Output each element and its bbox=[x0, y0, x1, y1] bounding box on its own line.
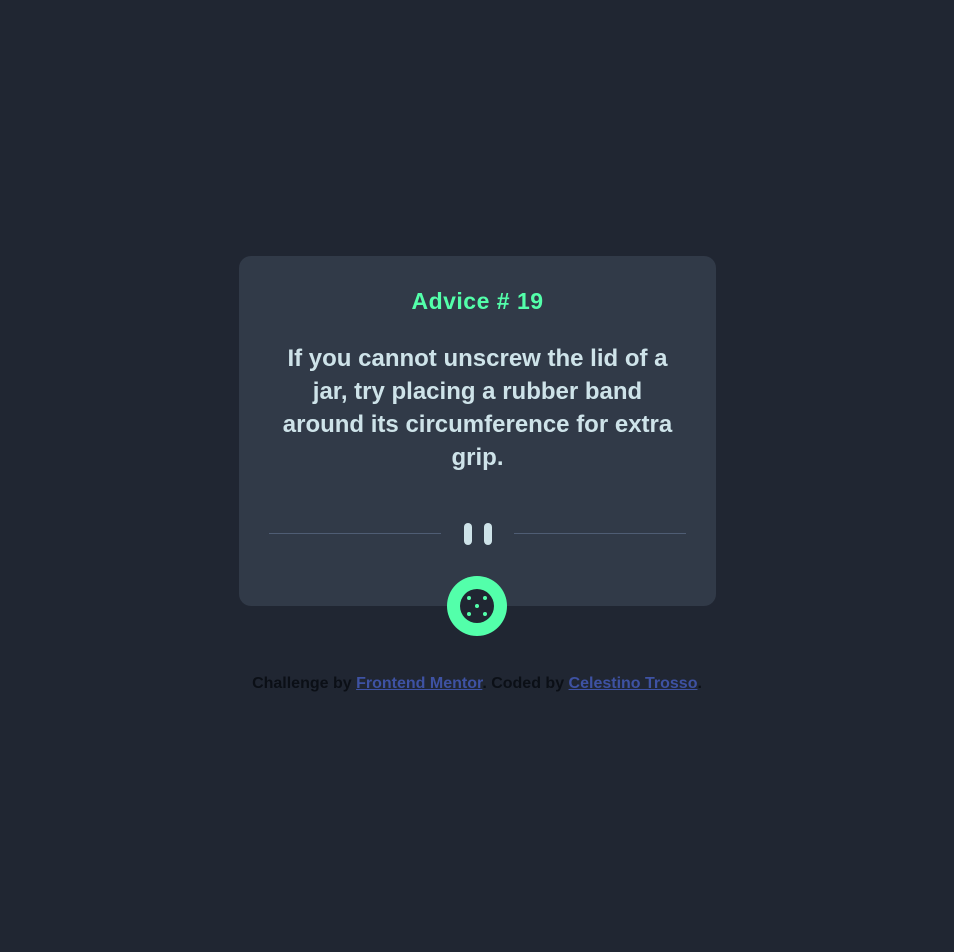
frontend-mentor-link[interactable]: Frontend Mentor bbox=[356, 675, 482, 692]
dice-pip bbox=[467, 612, 471, 616]
dice-pip bbox=[475, 604, 479, 608]
dice-pip bbox=[483, 612, 487, 616]
divider-line-left bbox=[269, 533, 441, 534]
attribution-middle: . Coded by bbox=[482, 675, 569, 692]
attribution-prefix: Challenge by bbox=[252, 675, 357, 692]
advice-number: Advice # 19 bbox=[411, 288, 544, 314]
attribution-footer: Challenge by Frontend Mentor. Coded by C… bbox=[0, 675, 954, 693]
dice-icon bbox=[460, 589, 494, 623]
pause-icon bbox=[463, 522, 493, 546]
pause-bar-left bbox=[464, 523, 472, 545]
advice-card: Advice # 19 If you cannot unscrew the li… bbox=[239, 256, 716, 606]
author-link[interactable]: Celestino Trosso bbox=[569, 675, 698, 692]
dice-pip bbox=[483, 596, 487, 600]
dice-pip bbox=[467, 596, 471, 600]
divider bbox=[269, 522, 686, 546]
attribution-suffix: . bbox=[697, 675, 702, 692]
pause-bar-right bbox=[484, 523, 492, 545]
divider-line-right bbox=[514, 533, 686, 534]
advice-text: If you cannot unscrew the lid of a jar, … bbox=[282, 345, 673, 471]
new-advice-button[interactable] bbox=[447, 576, 507, 636]
